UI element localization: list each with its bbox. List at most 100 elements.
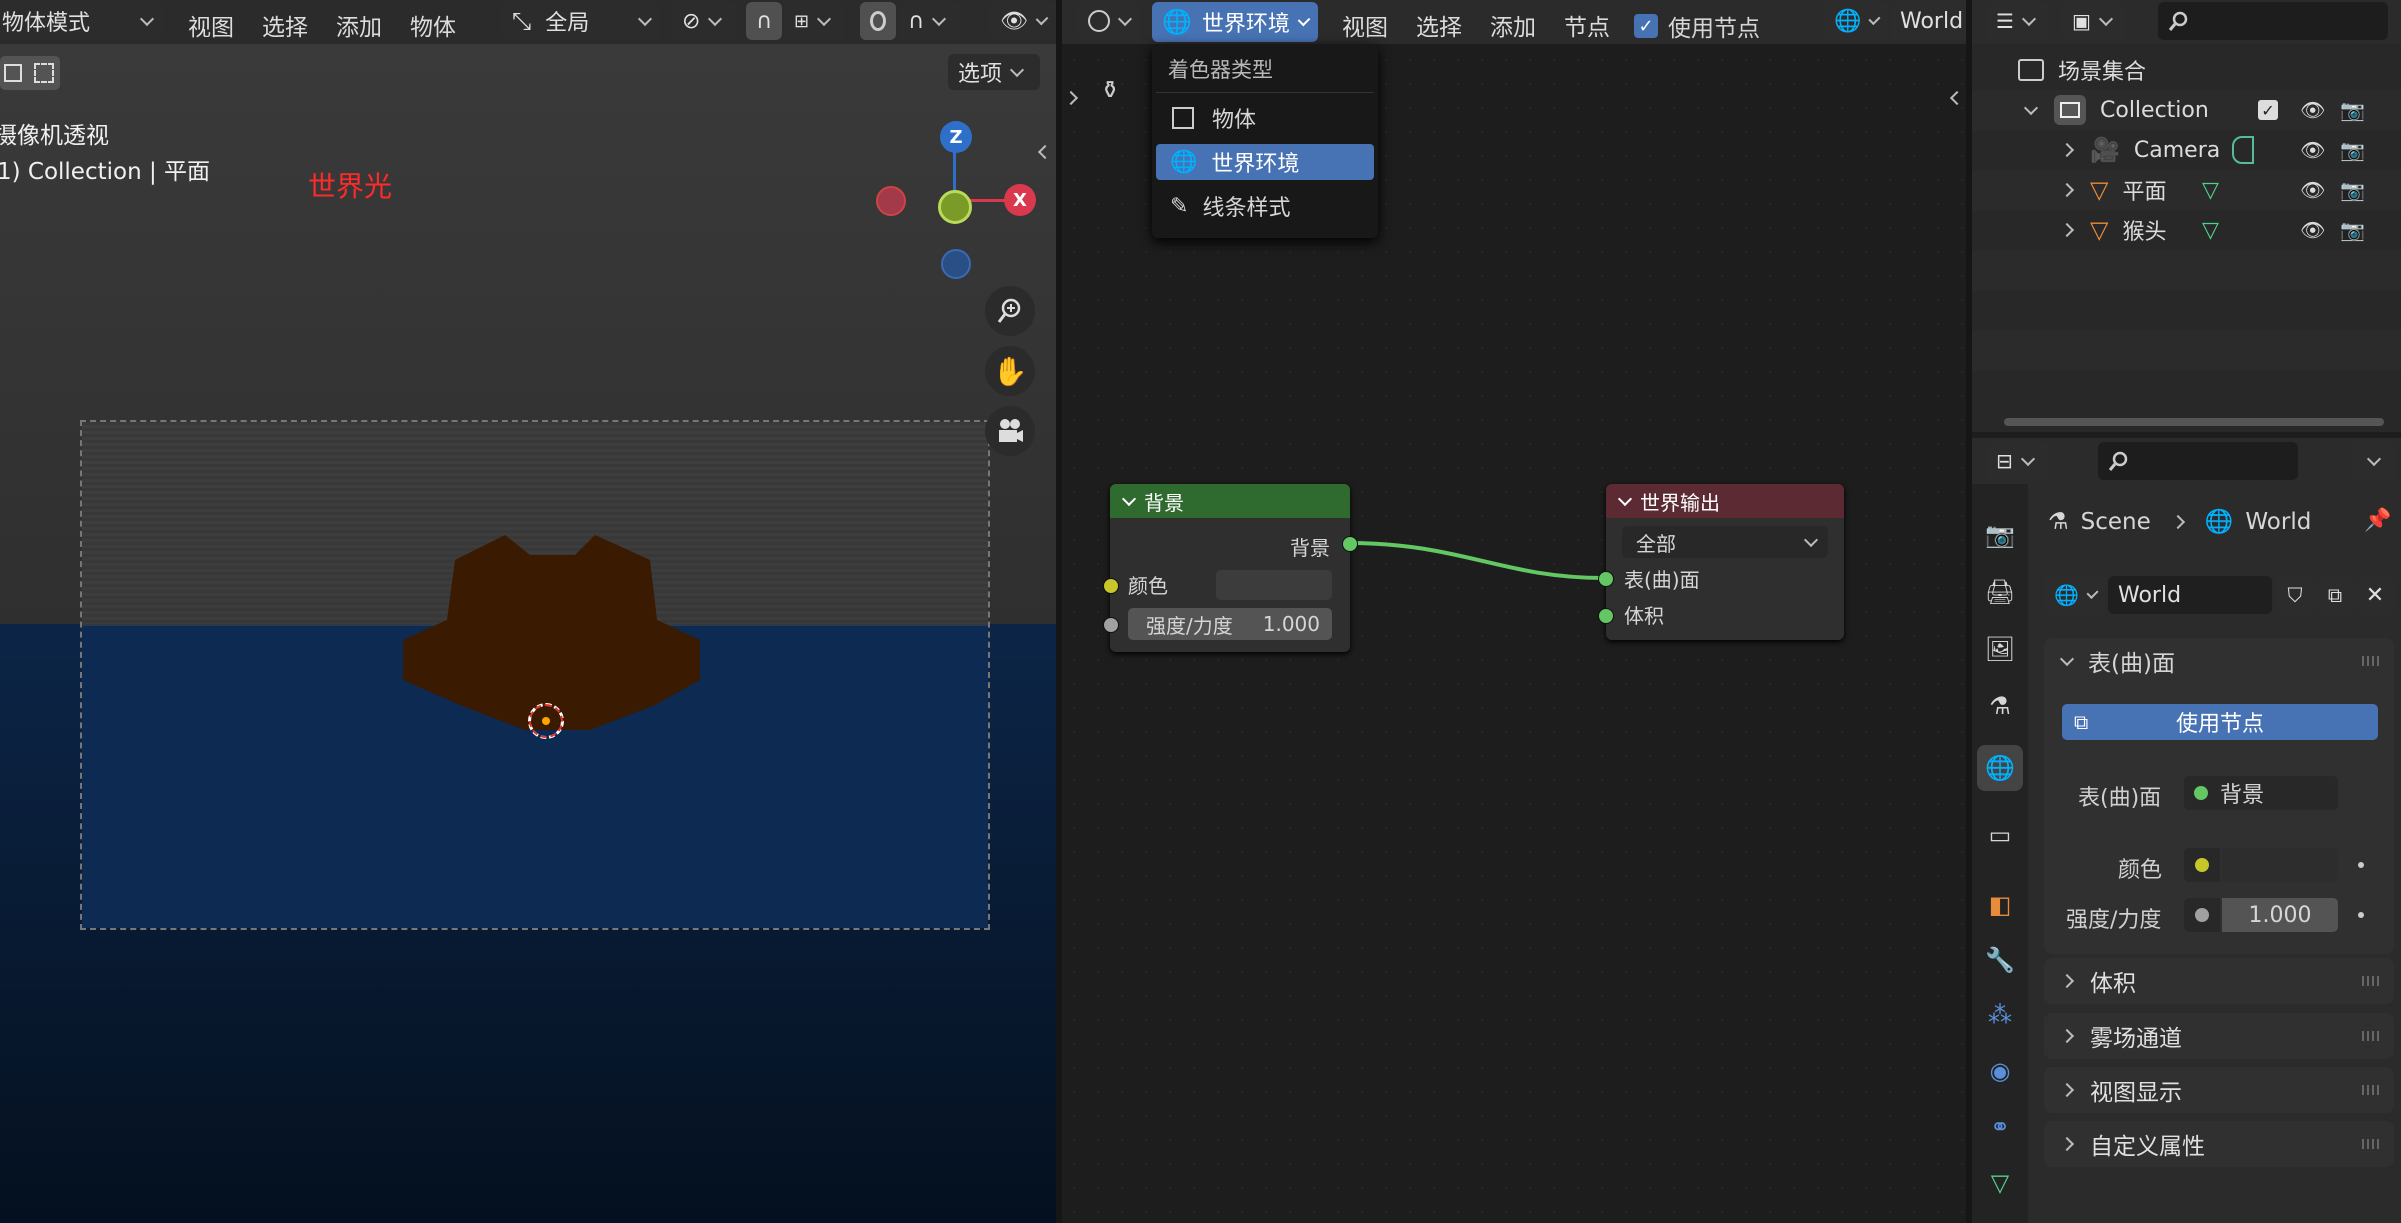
strength-socket-button[interactable] [2184, 898, 2220, 932]
outliner-scrollbar[interactable] [2004, 418, 2384, 426]
node-editor[interactable]: 🌐 世界环境 视图 选择 添加 节点 ✓ 使用节点 🌐 World ⚱ 背景 背… [1062, 0, 1966, 1223]
strength-keyframe-dot[interactable] [2358, 912, 2364, 918]
background-output-socket[interactable] [1342, 536, 1358, 552]
viewport-3d[interactable]: 摄像机透视 (1) Collection | 平面 世界光 选项 Z X ✋ 物… [0, 0, 1056, 1223]
shader-type-object[interactable]: 物体 [1156, 100, 1374, 136]
mist-panel-header[interactable]: 雾场通道 [2044, 1013, 2394, 1059]
falloff-dropdown[interactable]: ∩ [898, 2, 960, 40]
use-nodes-button[interactable]: ⧉ 使用节点 [2062, 704, 2378, 740]
transform-orientation-dropdown[interactable]: ⤡ 全局 [502, 2, 660, 40]
world-name-input[interactable]: World [2108, 576, 2272, 614]
camera-data-icon [2232, 136, 2254, 164]
tab-view-layer-icon[interactable]: 🖼 [1985, 634, 2015, 664]
tab-object-icon[interactable]: ◧ [1985, 890, 2015, 920]
viewport-menu-add[interactable]: 添加 [336, 8, 382, 42]
color-input-socket[interactable] [1103, 578, 1119, 594]
outliner[interactable]: ☰ ▣ 场景集合 Collection ✓ 👁 📷 🎥 Camera 👁 📷 ▽… [1972, 0, 2401, 432]
gizmo-neg-z-button[interactable] [941, 249, 971, 279]
tab-physics-icon[interactable]: ◉ [1985, 1056, 2015, 1086]
options-button[interactable]: 选项 [948, 54, 1040, 90]
breadcrumb: ⚗ Scene 🌐 World [2048, 508, 2312, 536]
world-output-node[interactable]: 世界输出 全部 表(曲)面 体积 [1606, 484, 1844, 640]
gizmo-x-button[interactable]: X [1004, 184, 1036, 216]
color-keyframe-dot[interactable] [2358, 862, 2364, 868]
exclude-checkbox[interactable]: ✓ [2258, 100, 2278, 120]
snap-toggle[interactable]: ∩ [746, 2, 782, 40]
tab-scene-icon[interactable]: ⚗ [1985, 691, 2015, 721]
volume-panel-header[interactable]: 体积 [2044, 958, 2394, 1004]
plane-row[interactable]: ▽ 平面 ▽ 👁 📷 [2059, 170, 2401, 210]
viewport-display-panel-header[interactable]: 视图显示 [2044, 1067, 2394, 1113]
render-camera-icon[interactable]: 📷 [2340, 98, 2365, 122]
tab-particles-icon[interactable]: ⁂ [1985, 1000, 2015, 1030]
proportional-edit-toggle[interactable] [860, 2, 896, 40]
color-socket-button[interactable] [2184, 848, 2220, 882]
output-target-dropdown[interactable]: 全部 [1622, 526, 1828, 558]
select-box-icon[interactable] [4, 64, 22, 82]
tab-modifier-icon[interactable]: 🔧 [1985, 945, 2015, 975]
properties-search-input[interactable] [2098, 442, 2298, 480]
background-strength-field[interactable]: 强度/力度 1.000 [1128, 608, 1332, 640]
camera-view-button[interactable] [985, 406, 1035, 456]
surface-panel-header[interactable]: 表(曲)面 [2044, 638, 2394, 684]
eye-icon[interactable]: 👁 [2300, 138, 2325, 162]
mode-dropdown[interactable]: 物体模式 [0, 2, 162, 40]
collection-row[interactable]: Collection ✓ 👁 📷 [2023, 90, 2401, 130]
viewport-menu-select[interactable]: 选择 [262, 8, 308, 42]
gizmo-neg-x-button[interactable] [876, 186, 906, 216]
pan-button[interactable]: ✋ [985, 346, 1035, 396]
tab-render-icon[interactable]: 📷 [1985, 520, 2015, 550]
camera-row[interactable]: 🎥 Camera 👁 📷 [2059, 130, 2401, 170]
world-output-node-header[interactable]: 世界输出 [1606, 484, 1844, 518]
snap-target-dropdown[interactable]: ⊞ [784, 2, 844, 40]
properties-options-dropdown[interactable] [2352, 442, 2396, 480]
sidebar-toggle-arrow[interactable] [1037, 138, 1053, 163]
shader-type-linestyle[interactable]: ✎ 线条样式 [1156, 188, 1374, 224]
render-camera-icon[interactable]: 📷 [2340, 138, 2365, 162]
volume-input-socket[interactable] [1598, 608, 1614, 624]
strength-value-field[interactable]: 1.000 [2222, 898, 2338, 932]
tab-data-icon[interactable]: ▽ [1985, 1168, 2015, 1198]
select-mode-buttons[interactable] [0, 56, 60, 90]
zoom-button[interactable] [985, 286, 1035, 336]
render-camera-icon[interactable]: 📷 [2340, 218, 2365, 242]
monkey-row[interactable]: ▽ 猴头 ▽ 👁 📷 [2059, 210, 2401, 250]
outliner-display-mode[interactable]: ☰ [1986, 2, 2048, 40]
outliner-filter-dropdown[interactable]: ▣ [2062, 2, 2126, 40]
surface-input-socket[interactable] [1598, 571, 1614, 587]
pin-icon[interactable]: 📌 [2364, 508, 2391, 533]
object-icon [1172, 107, 1194, 129]
gizmo-z-button[interactable]: Z [940, 121, 972, 153]
shader-type-world[interactable]: 🌐 世界环境 [1156, 144, 1374, 180]
color-swatch[interactable] [2222, 848, 2338, 882]
tab-constraints-icon[interactable]: ⚭ [1985, 1112, 2015, 1142]
pivot-dropdown[interactable]: ⊘ [672, 2, 736, 40]
viewport-menu-view[interactable]: 视图 [188, 8, 234, 42]
gizmo-y-button[interactable] [938, 190, 972, 224]
eye-icon[interactable]: 👁 [2300, 218, 2325, 242]
viewport-menu-object[interactable]: 物体 [410, 8, 456, 42]
scene-collection-row[interactable]: 场景集合 [2018, 50, 2146, 90]
render-camera-icon[interactable]: 📷 [2340, 178, 2365, 202]
fake-user-button[interactable]: ⛉ [2276, 576, 2314, 614]
background-color-label: 颜色 [1128, 574, 1168, 598]
world-browse-button[interactable]: 🌐 [2044, 576, 2106, 614]
surface-shader-field[interactable]: 背景 [2184, 776, 2338, 810]
select-extend-icon[interactable] [34, 63, 54, 83]
tab-collection-icon[interactable]: ▭ [1985, 820, 2015, 850]
tab-output-icon[interactable]: 🖨 [1985, 577, 2015, 607]
background-node-header[interactable]: 背景 [1110, 484, 1350, 518]
custom-properties-panel-header[interactable]: 自定义属性 [2044, 1121, 2394, 1167]
visibility-dropdown[interactable]: 👁 [990, 2, 1056, 40]
properties-editor-type[interactable]: ⊟ [1986, 442, 2048, 480]
background-color-swatch[interactable] [1216, 570, 1332, 600]
mesh-object-icon: ▽ [2090, 216, 2109, 244]
tab-world-icon[interactable]: 🌐 [1977, 745, 2023, 791]
duplicate-button[interactable]: ⧉ [2316, 576, 2354, 614]
strength-input-socket[interactable] [1103, 617, 1119, 633]
eye-icon[interactable]: 👁 [2300, 178, 2325, 202]
background-node[interactable]: 背景 背景 颜色 强度/力度 1.000 [1110, 484, 1350, 652]
unlink-button[interactable]: ✕ [2356, 576, 2394, 614]
eye-icon[interactable]: 👁 [2300, 98, 2325, 122]
outliner-search-input[interactable] [2158, 2, 2388, 40]
